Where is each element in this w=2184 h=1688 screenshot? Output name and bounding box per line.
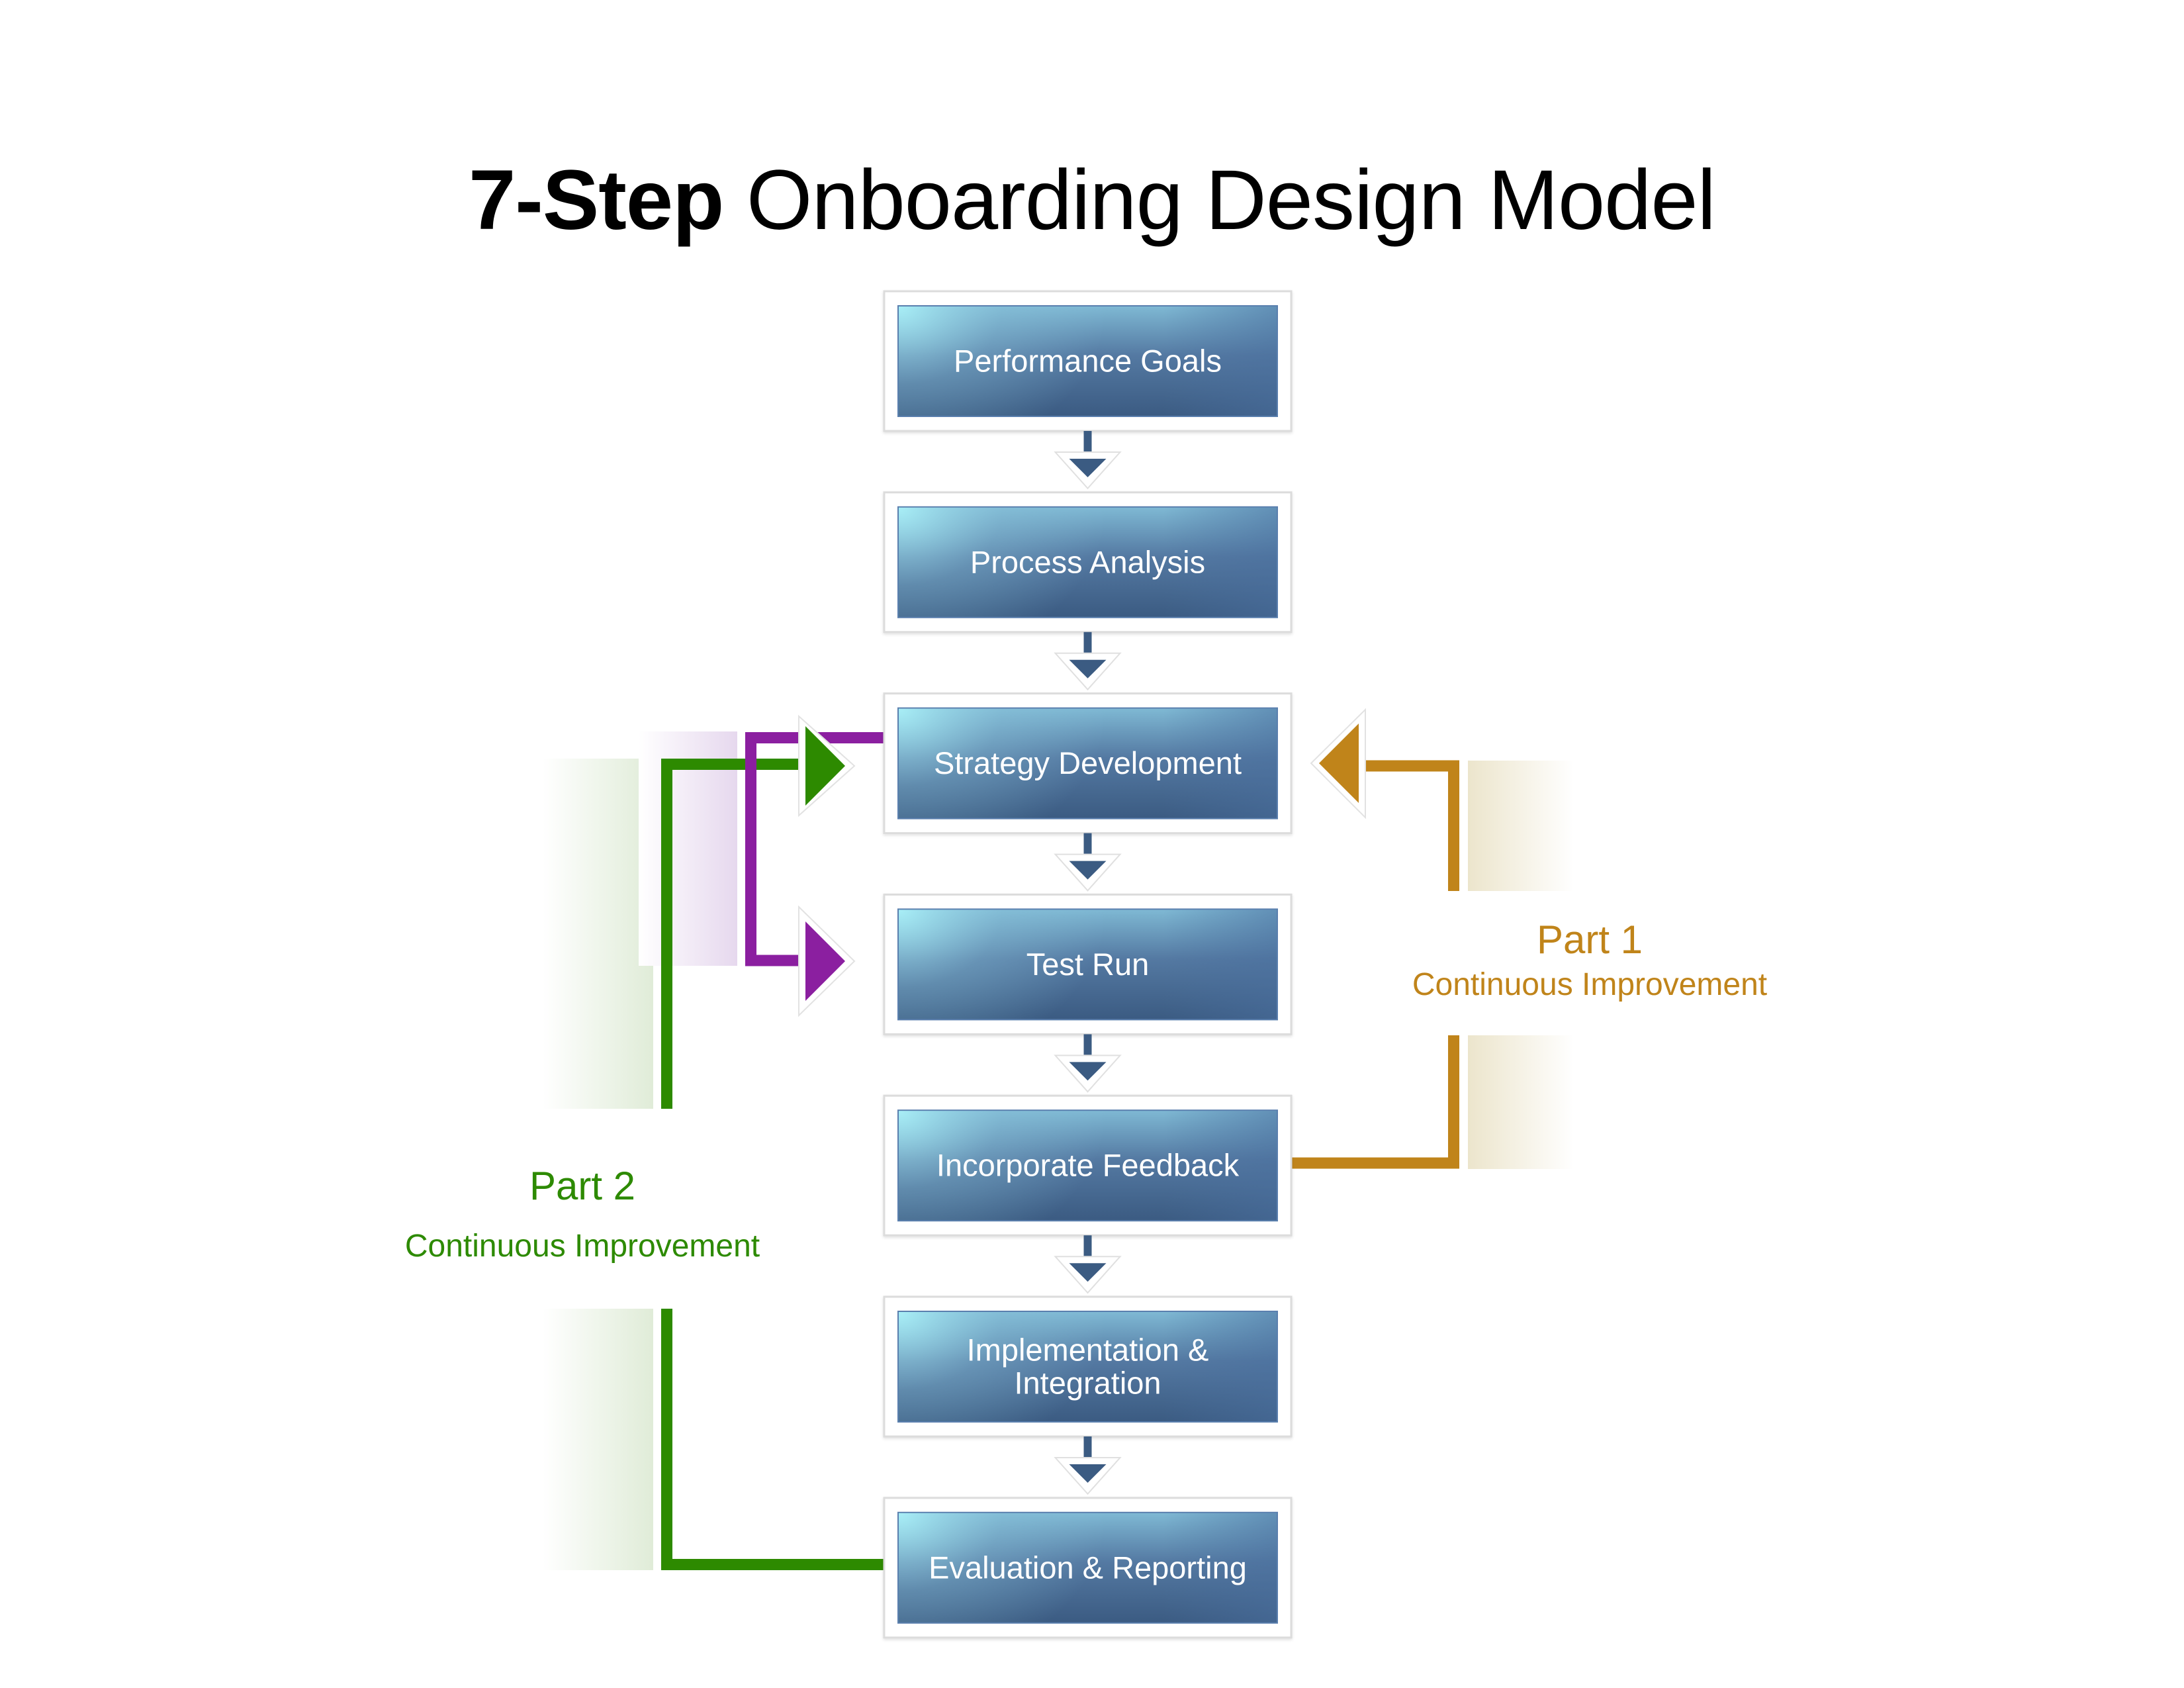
part2-title: Part 2: [529, 1164, 635, 1208]
step-label: Strategy Development: [934, 745, 1242, 780]
inner-loop-arrowhead-icon: [798, 905, 856, 1017]
step-box: Process Analysis: [883, 491, 1293, 633]
step-box: Evaluation & Reporting: [883, 1497, 1293, 1639]
onboarding-flow-diagram: Performance Goals Process Analysis Strateg…: [405, 290, 1767, 1639]
part2-shade-upper: [543, 759, 653, 1109]
down-arrow-icon: [1054, 1034, 1122, 1093]
step-label: Process Analysis: [970, 544, 1205, 579]
down-arrow-icon: [1054, 1235, 1122, 1294]
step-label: Performance Goals: [954, 344, 1222, 379]
step-label: Test Run: [1026, 947, 1149, 982]
part1-arrowhead-icon: [1310, 708, 1366, 820]
step-box: Incorporate Feedback: [883, 1094, 1293, 1237]
part1-title: Part 1: [1537, 917, 1643, 962]
part1-line-upper: [1363, 760, 1459, 891]
part1-label: Part 1 Continuous Improvement: [1412, 917, 1767, 1002]
part1-loop-line: [1291, 760, 1459, 1169]
part2-label: Part 2 Continuous Improvement: [405, 1164, 760, 1264]
part1-line-lower: [1291, 1035, 1459, 1169]
step-label: Implementation &: [967, 1333, 1209, 1368]
step-box: Test Run: [883, 893, 1293, 1035]
step-box: Implementation &Integration: [883, 1295, 1293, 1438]
step-label: Evaluation & Reporting: [929, 1550, 1247, 1585]
down-arrow-icon: [1054, 1436, 1122, 1495]
part2-line-lower: [661, 1309, 884, 1570]
part1-shade-upper: [1468, 761, 1574, 891]
down-arrow-icon: [1054, 632, 1122, 691]
down-arrow-icon: [1054, 833, 1122, 892]
steps-layer: Performance Goals Process Analysis Strateg…: [883, 290, 1293, 1639]
step-label: Incorporate Feedback: [936, 1148, 1240, 1183]
part1-subtitle: Continuous Improvement: [1412, 967, 1767, 1002]
step-label: Integration: [1014, 1366, 1161, 1401]
part2-subtitle: Continuous Improvement: [405, 1229, 760, 1264]
step-box: Performance Goals: [883, 290, 1293, 432]
part2-arrowhead-icon: [798, 714, 856, 818]
step-box: Strategy Development: [883, 692, 1293, 835]
part1-shade-lower: [1468, 1035, 1574, 1169]
down-arrow-icon: [1054, 431, 1122, 490]
part2-shade-lower: [543, 1309, 653, 1570]
